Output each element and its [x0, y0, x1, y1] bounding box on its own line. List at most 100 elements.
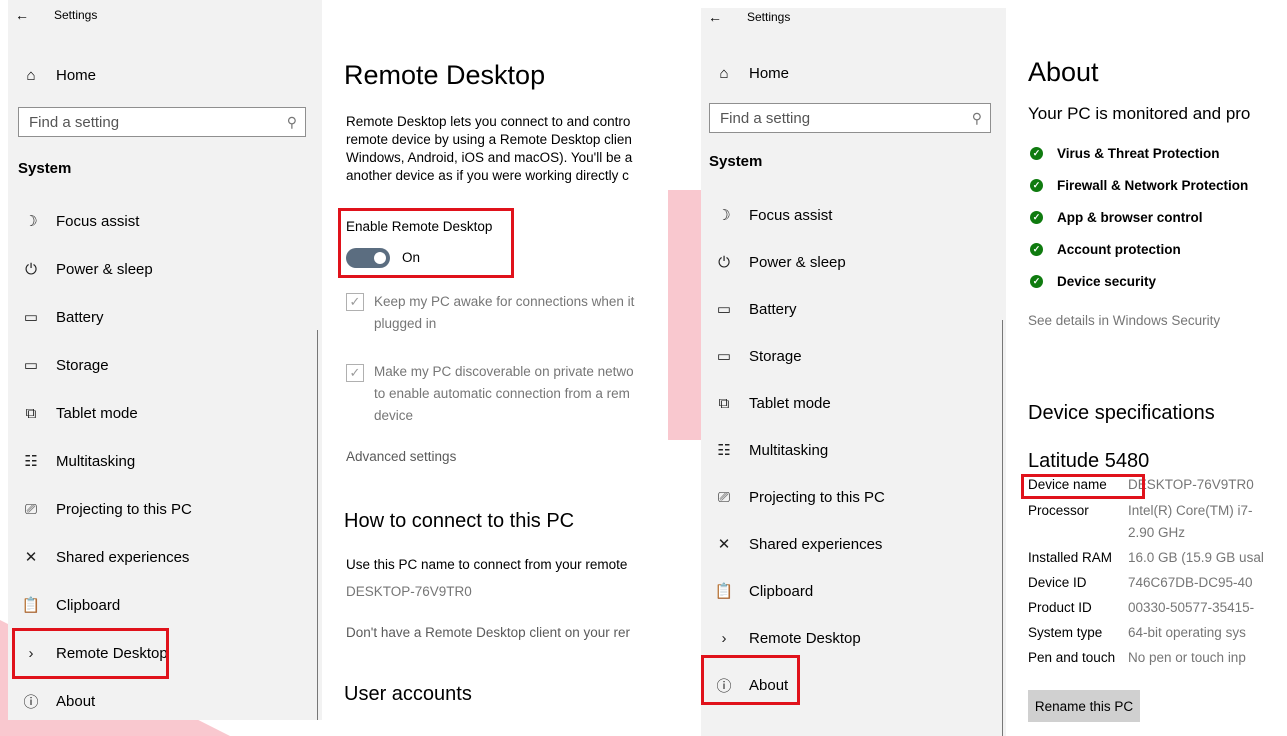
check-circle-icon: ✓: [1030, 147, 1043, 160]
back-arrow-icon[interactable]: ←: [701, 9, 729, 25]
check-circle-icon: ✓: [1030, 243, 1043, 256]
sidebar-item-projecting-to-this-pc[interactable]: ⎚ Projecting to this PC: [701, 479, 885, 515]
window-title: Settings: [54, 8, 98, 22]
left-sidebar: ← Settings ⌂ Home Find a setting ⚲ Syste…: [8, 0, 322, 720]
moon-icon: ☽: [24, 213, 38, 230]
windows-security-link[interactable]: See details in Windows Security: [1028, 311, 1220, 331]
remote-desktop-pane: Remote Desktop Remote Desktop lets you c…: [322, 0, 668, 736]
spec-key: Product ID: [1028, 600, 1092, 615]
projecting-icon: ⎚: [24, 500, 37, 518]
advanced-settings-link[interactable]: Advanced settings: [346, 447, 456, 467]
sidebar-item-label: Focus assist: [749, 206, 833, 224]
spec-value: DESKTOP-76V9TR0: [1128, 477, 1254, 492]
storage-icon: ▭: [716, 348, 732, 365]
spec-row: Installed RAM 16.0 GB (15.9 GB usal: [1028, 550, 1287, 570]
sidebar-item-focus-assist[interactable]: ☽ Focus assist: [8, 203, 139, 239]
specs-heading: Device specifications: [1028, 402, 1215, 424]
sidebar-item-label: Shared experiences: [749, 535, 883, 553]
sidebar-item-multitasking[interactable]: ☷ Multitasking: [8, 443, 135, 479]
home-link[interactable]: ⌂ Home: [8, 62, 322, 88]
multitasking-icon: ☷: [24, 453, 38, 470]
sidebar-item-label: Multitasking: [56, 452, 136, 470]
sidebar-item-power-sleep[interactable]: ⏻ Power & sleep: [8, 251, 153, 287]
search-placeholder: Find a setting: [720, 109, 811, 127]
keep-awake-checkbox[interactable]: ✓: [346, 293, 364, 311]
sidebar-item-clipboard[interactable]: 📋 Clipboard: [701, 573, 814, 609]
scrollbar[interactable]: [1002, 320, 1003, 736]
text-line: remote device by using a Remote Desktop …: [346, 132, 632, 147]
sidebar-item-shared-experiences[interactable]: ✕ Shared experiences: [8, 539, 190, 575]
spec-value: 2.90 GHz: [1128, 525, 1186, 540]
spec-value: 64-bit operating sys: [1128, 625, 1246, 640]
sidebar-item-battery[interactable]: ▭ Battery: [8, 299, 104, 335]
sidebar-item-focus-assist[interactable]: ☽ Focus assist: [701, 197, 832, 233]
sidebar-item-battery[interactable]: ▭ Battery: [701, 291, 797, 327]
search-placeholder: Find a setting: [29, 113, 120, 131]
sidebar-item-label: About: [56, 692, 96, 710]
sidebar-item-storage[interactable]: ▭ Storage: [701, 338, 802, 374]
storage-icon: ▭: [23, 357, 39, 374]
spec-key: Installed RAM: [1028, 550, 1113, 565]
discoverable-checkbox[interactable]: ✓: [346, 364, 364, 382]
right-sidebar: ← Settings ⌂ Home Find a setting ⚲ Syste…: [701, 8, 1006, 736]
tablet-icon: ⧉: [25, 404, 37, 422]
battery-icon: ▭: [23, 309, 39, 326]
spec-key: Processor: [1028, 503, 1089, 518]
sidebar-item-about[interactable]: ⓘ About: [8, 683, 95, 719]
model-name: Latitude 5480: [1028, 450, 1150, 472]
sidebar-item-multitasking[interactable]: ☷ Multitasking: [701, 432, 828, 468]
sidebar-item-label: Battery: [749, 300, 797, 318]
spec-key: System type: [1028, 625, 1103, 640]
rename-pc-button[interactable]: Rename this PC: [1028, 690, 1140, 722]
security-item-label: App & browser control: [1057, 210, 1203, 225]
monitored-text: Your PC is monitored and pro: [1028, 104, 1251, 123]
spec-key: Device ID: [1028, 575, 1087, 590]
search-input[interactable]: Find a setting ⚲: [709, 103, 991, 133]
client-link[interactable]: Don't have a Remote Desktop client on yo…: [346, 623, 630, 643]
sidebar-item-tablet-mode[interactable]: ⧉ Tablet mode: [8, 395, 138, 431]
sidebar-item-clipboard[interactable]: 📋 Clipboard: [8, 587, 121, 623]
section-heading: System: [709, 153, 763, 170]
search-icon: ⚲: [286, 113, 297, 130]
back-arrow-icon[interactable]: ←: [8, 7, 36, 23]
sidebar-item-label: Projecting to this PC: [749, 488, 885, 506]
sidebar-item-label: Storage: [56, 356, 109, 374]
spec-row: Processor Intel(R) Core(TM) i7-: [1028, 503, 1287, 523]
text-line: another device as if you were working di…: [346, 168, 629, 183]
security-item-label: Virus & Threat Protection: [1057, 146, 1220, 161]
sidebar-item-remote-desktop[interactable]: › Remote Desktop: [701, 620, 861, 656]
sidebar-item-tablet-mode[interactable]: ⧉ Tablet mode: [701, 385, 831, 421]
text-line: Remote Desktop lets you connect to and c…: [346, 114, 631, 129]
security-item: ✓ Firewall & Network Protection: [1030, 178, 1248, 193]
spec-row: 2.90 GHz: [1028, 525, 1287, 545]
info-icon: ⓘ: [23, 693, 39, 711]
sidebar-item-power-sleep[interactable]: ⏻ Power & sleep: [701, 244, 846, 280]
text-line: plugged in: [374, 316, 437, 331]
sidebar-item-label: Focus assist: [56, 212, 140, 230]
security-item-label: Account protection: [1057, 242, 1181, 257]
text-line: Keep my PC awake for connections when it: [374, 294, 635, 309]
spec-value: No pen or touch inp: [1128, 650, 1246, 665]
shared-icon: ✕: [717, 536, 731, 553]
highlight-remote-desktop: [12, 628, 169, 679]
sidebar-item-label: Tablet mode: [749, 394, 831, 412]
scrollbar[interactable]: [317, 330, 318, 720]
sidebar-item-label: Remote Desktop: [749, 629, 861, 647]
sidebar-item-projecting-to-this-pc[interactable]: ⎚ Projecting to this PC: [8, 491, 192, 527]
sidebar-item-label: Storage: [749, 347, 802, 365]
clipboard-icon: 📋: [714, 583, 734, 600]
spec-row: Pen and touch No pen or touch inp: [1028, 650, 1287, 670]
how-to-connect-text: Use this PC name to connect from your re…: [346, 557, 628, 572]
sidebar-item-label: Battery: [56, 308, 104, 326]
window-title: Settings: [747, 10, 791, 24]
sidebar-item-shared-experiences[interactable]: ✕ Shared experiences: [701, 526, 883, 562]
page-title: Remote Desktop: [344, 60, 546, 90]
home-link[interactable]: ⌂ Home: [701, 60, 1006, 86]
sidebar-item-label: Clipboard: [749, 582, 814, 600]
search-input[interactable]: Find a setting ⚲: [18, 107, 306, 137]
shared-icon: ✕: [24, 549, 38, 566]
spec-row: System type 64-bit operating sys: [1028, 625, 1287, 645]
highlight-device-name: [1021, 474, 1145, 499]
security-item-label: Firewall & Network Protection: [1057, 178, 1249, 193]
sidebar-item-storage[interactable]: ▭ Storage: [8, 347, 109, 383]
